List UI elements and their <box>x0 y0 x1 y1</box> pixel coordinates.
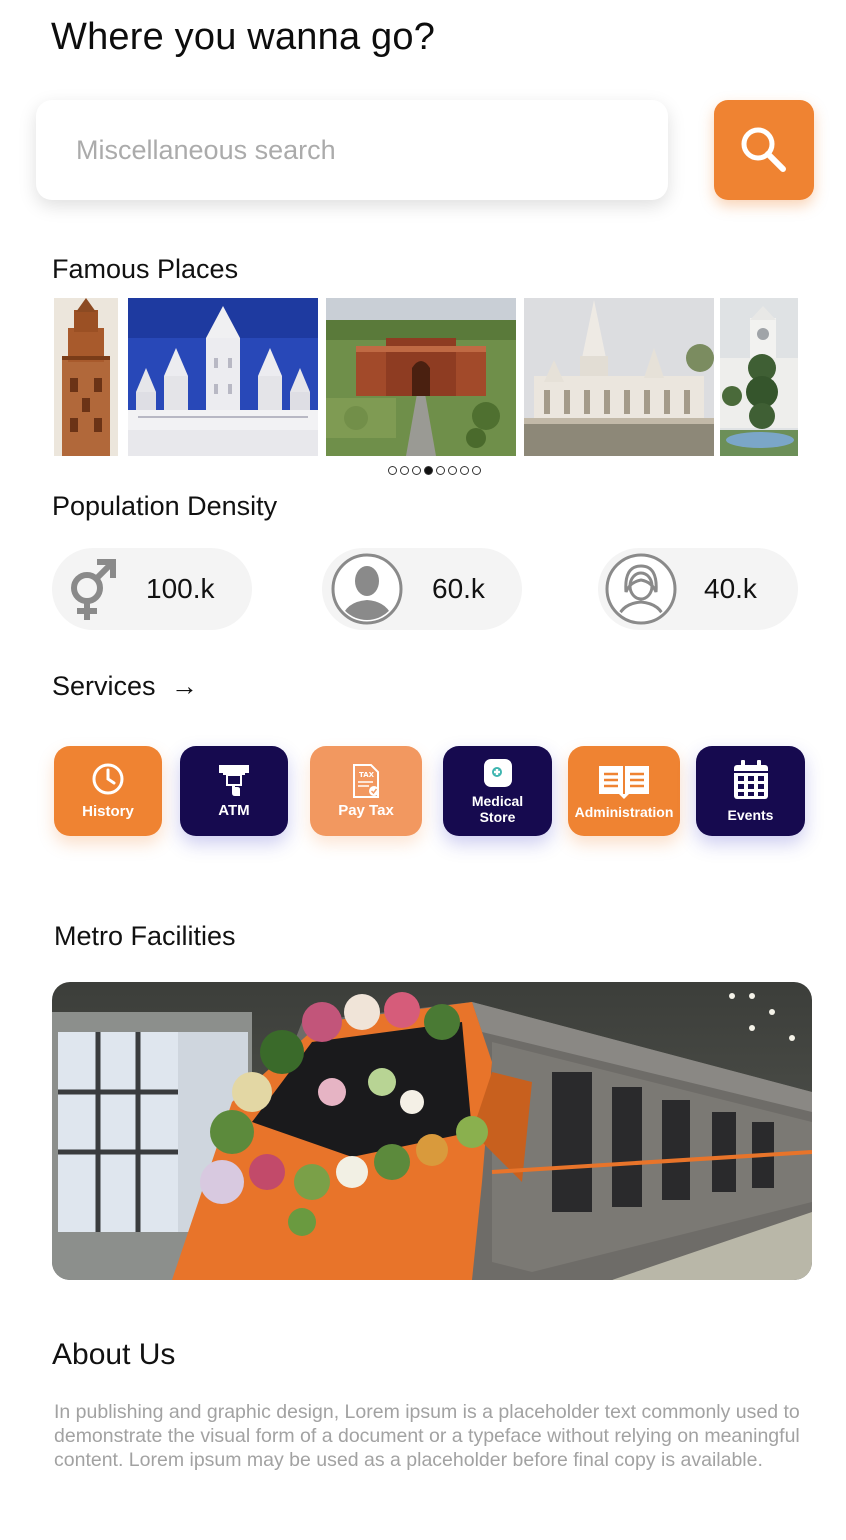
pagination-dot[interactable] <box>448 466 457 475</box>
place-image[interactable] <box>128 298 318 456</box>
service-administration-button[interactable]: Administration <box>568 746 680 836</box>
services-title: Services <box>52 671 156 701</box>
place-image[interactable] <box>720 298 798 456</box>
services-link[interactable]: Services → <box>52 671 198 702</box>
metro-train-image[interactable] <box>52 982 812 1280</box>
population-total-pill: 100.k <box>52 548 252 630</box>
search-box[interactable] <box>36 100 668 200</box>
population-density-title: Population Density <box>52 491 278 521</box>
gender-icon <box>52 548 134 630</box>
metro-facilities-title: Metro Facilities <box>54 921 236 951</box>
book-icon <box>599 766 649 799</box>
clock-icon <box>92 763 124 795</box>
arrow-right-icon: → <box>171 671 199 701</box>
calendar-icon <box>733 760 768 799</box>
service-pay-tax-label: Pay Tax <box>338 802 394 819</box>
population-male-value: 60.k <box>432 573 485 604</box>
about-us-text: In publishing and graphic design, Lorem … <box>54 1401 800 1471</box>
population-total-value: 100.k <box>146 573 215 604</box>
pagination-dot[interactable] <box>388 466 397 475</box>
service-medical-store-label-1: Medical <box>471 793 524 809</box>
service-events-label: Events <box>727 807 774 823</box>
pagination-dot[interactable] <box>424 466 433 475</box>
service-atm-label: ATM <box>218 802 250 819</box>
tax-document-icon: TAX <box>353 764 379 798</box>
place-image[interactable] <box>326 298 516 456</box>
pagination-dot[interactable] <box>436 466 445 475</box>
service-history-button[interactable]: History <box>54 746 162 836</box>
search-icon <box>741 127 786 172</box>
famous-places-carousel[interactable] <box>54 298 798 456</box>
service-pay-tax-button[interactable]: TAX Pay Tax <box>310 746 422 836</box>
place-image[interactable] <box>54 298 118 456</box>
male-avatar-icon <box>326 548 408 630</box>
service-medical-store-label-2: Store <box>479 809 516 825</box>
atm-icon <box>219 765 249 796</box>
about-us-title: About Us <box>52 1338 176 1371</box>
service-administration-label: Administration <box>574 804 674 820</box>
medical-icon <box>483 759 512 787</box>
page-title: Where you wanna go? <box>51 16 436 58</box>
services-row: History ATM TAX Pay Tax Medical Store Ad… <box>0 746 846 838</box>
service-atm-button[interactable]: ATM <box>180 746 288 836</box>
pagination-dot[interactable] <box>412 466 421 475</box>
service-history-label: History <box>82 803 134 820</box>
search-button[interactable] <box>714 100 814 200</box>
pagination-dot[interactable] <box>472 466 481 475</box>
population-male-pill: 60.k <box>322 548 522 630</box>
app-screen: Where you wanna go? Famous Places <box>0 0 846 1540</box>
service-medical-store-button[interactable]: Medical Store <box>443 746 552 836</box>
place-image[interactable] <box>524 298 714 456</box>
service-events-button[interactable]: Events <box>696 746 805 836</box>
carousel-pagination[interactable] <box>388 466 481 475</box>
female-avatar-icon <box>600 548 682 630</box>
pagination-dot[interactable] <box>460 466 469 475</box>
svg-text:TAX: TAX <box>359 771 375 779</box>
population-female-pill: 40.k <box>598 548 798 630</box>
famous-places-title: Famous Places <box>52 254 239 284</box>
search-input[interactable] <box>76 134 668 166</box>
pagination-dot[interactable] <box>400 466 409 475</box>
population-female-value: 40.k <box>704 573 757 604</box>
